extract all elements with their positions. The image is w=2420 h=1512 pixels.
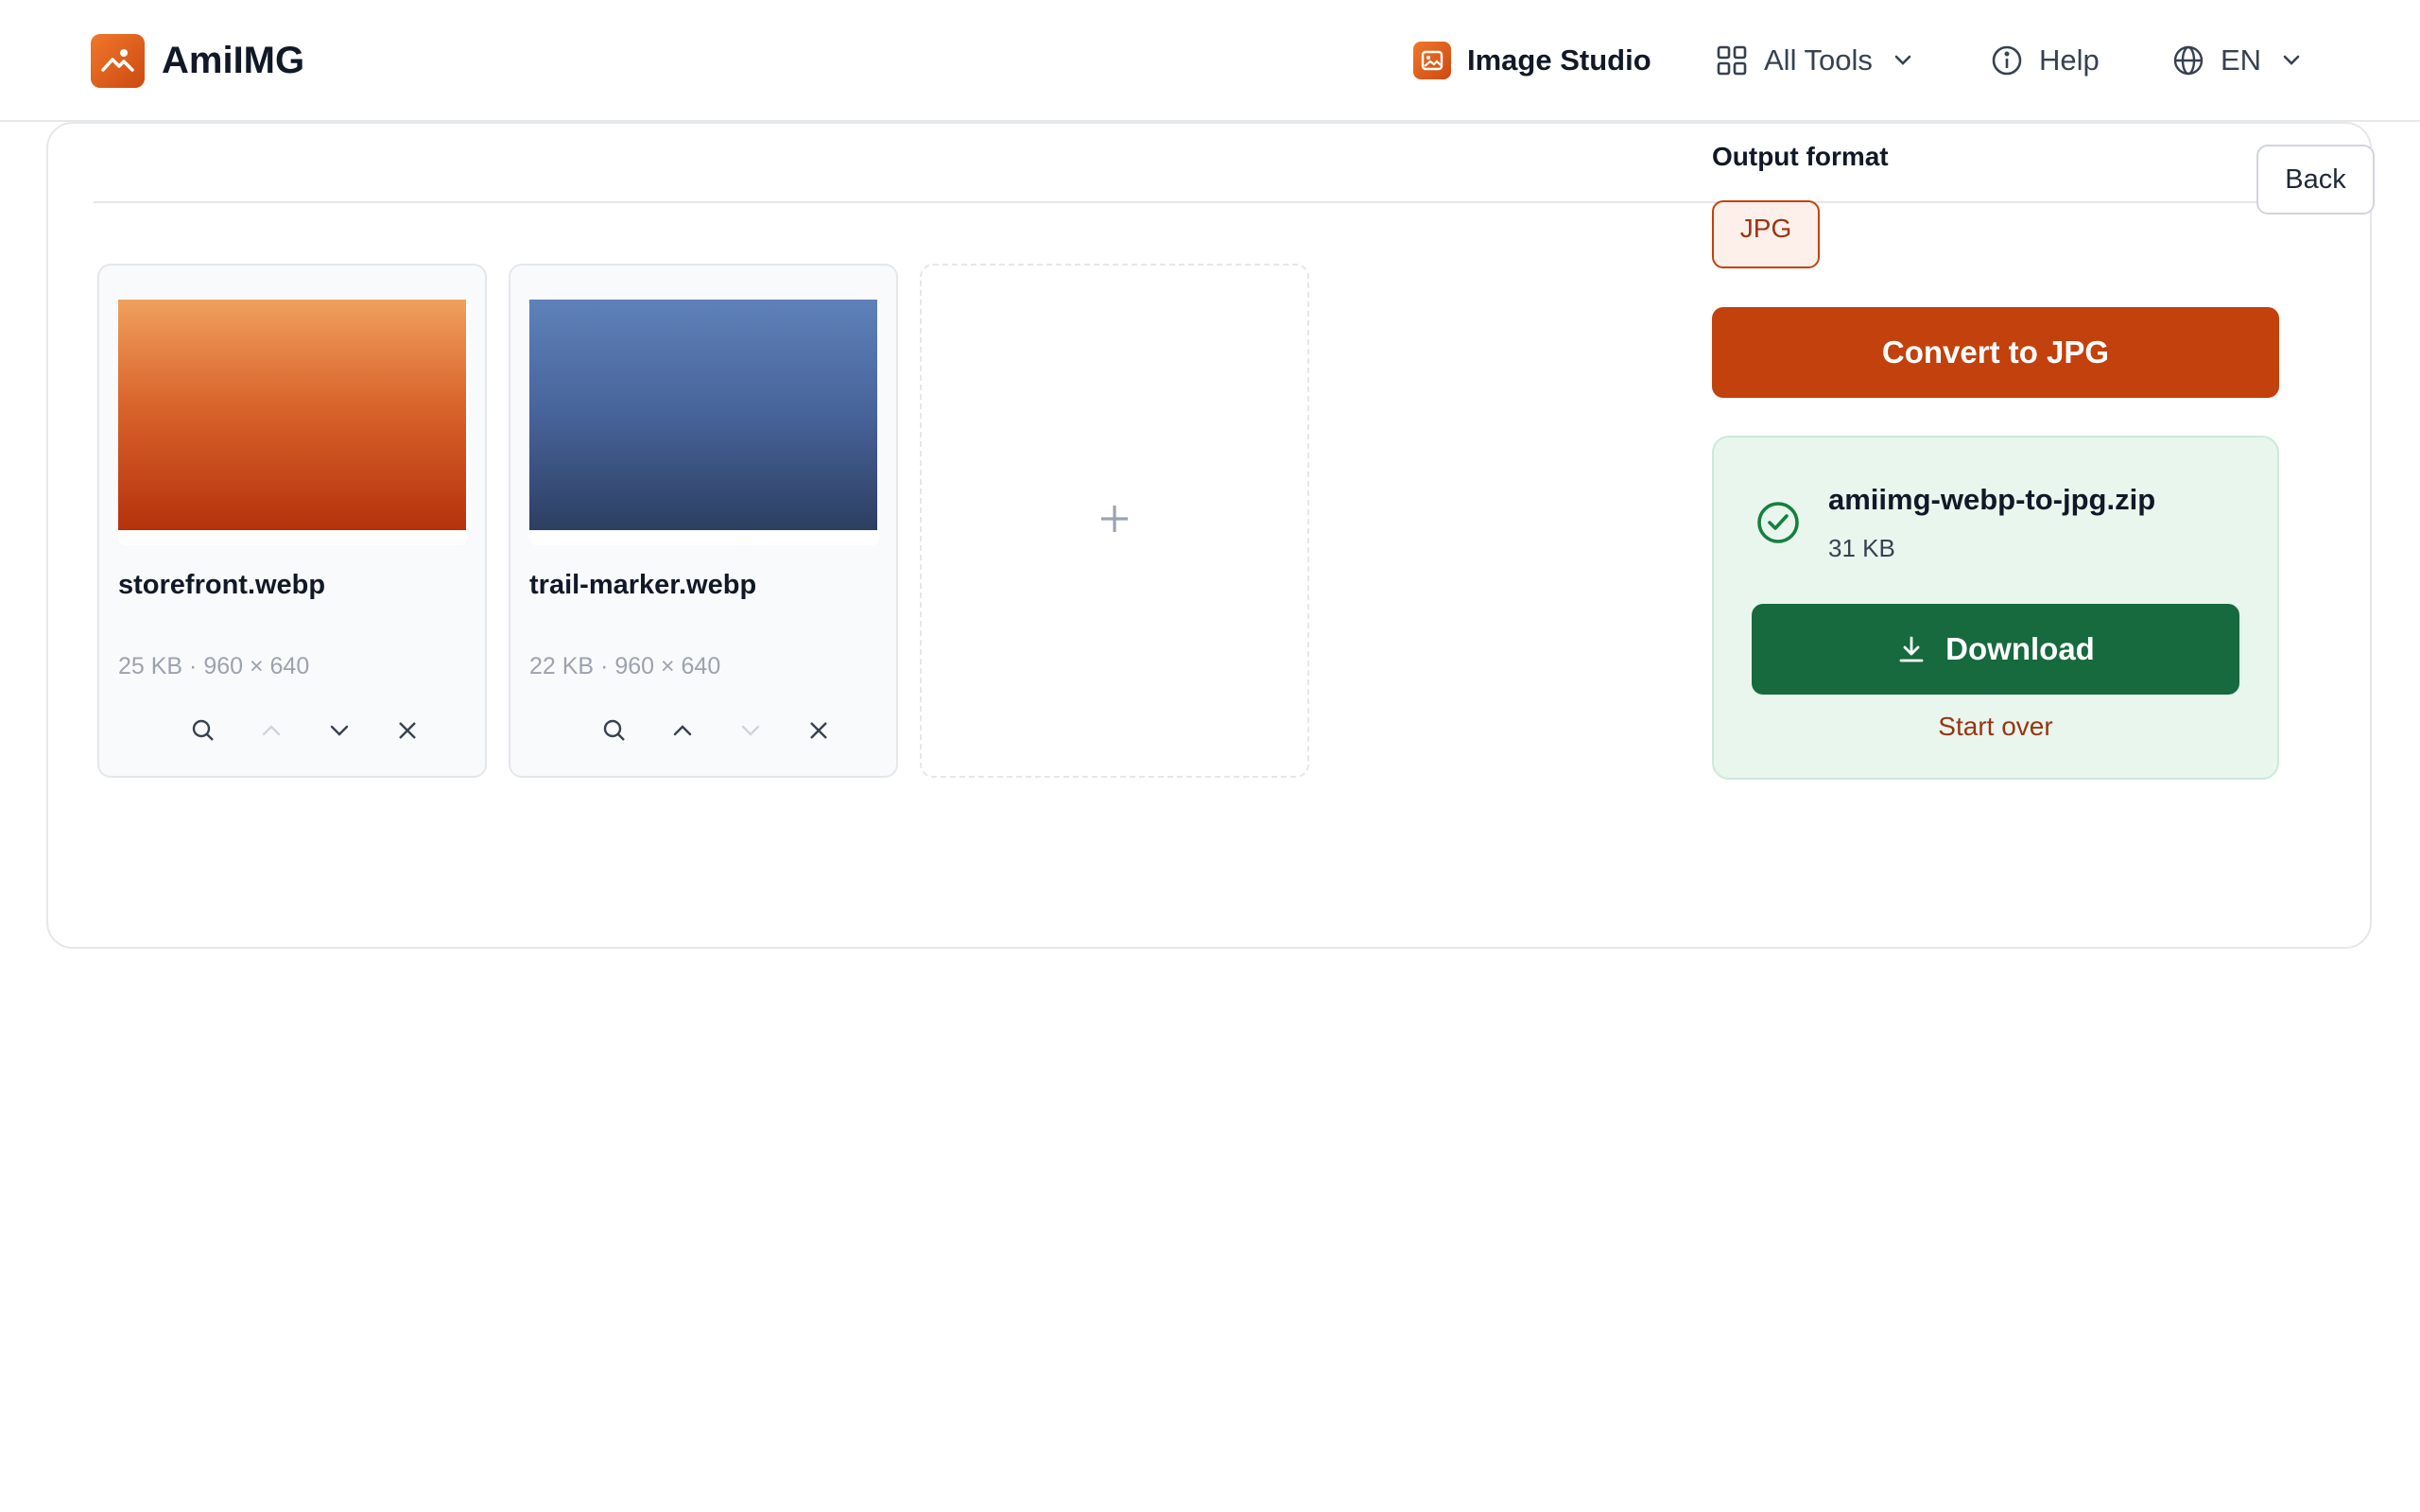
file-actions (169, 710, 443, 751)
result-file-name: amiimg-webp-to-jpg.zip (1828, 483, 2156, 516)
nav-help[interactable]: Help (1991, 32, 2100, 89)
file-actions (580, 710, 855, 751)
file-thumbnail (118, 300, 466, 530)
thumbnail-frame (118, 300, 468, 545)
nav-all-tools[interactable]: All Tools (1716, 32, 1912, 89)
output-format-label: Output format (1712, 142, 1889, 171)
language-label: EN (2221, 43, 2262, 77)
globe-icon (2172, 44, 2204, 77)
move-up-icon[interactable] (648, 710, 717, 751)
grid-icon (1716, 44, 1748, 77)
file-meta: 25 KB · 960 × 640 (118, 653, 310, 679)
move-down-icon[interactable] (717, 710, 785, 751)
nav-all-tools-label: All Tools (1764, 43, 1873, 77)
download-icon (1896, 634, 1927, 664)
thumbnail-frame (529, 300, 879, 545)
back-button[interactable]: Back (2256, 145, 2375, 215)
download-button[interactable]: Download (1752, 604, 2239, 695)
start-over-link[interactable]: Start over (1714, 712, 2277, 742)
add-image-slot[interactable] (920, 264, 1309, 778)
check-circle-icon (1755, 500, 1801, 550)
result-card: amiimg-webp-to-jpg.zip 31 KB Download St… (1712, 436, 2279, 780)
logo-icon[interactable] (91, 34, 145, 88)
nav-help-label: Help (2039, 43, 2100, 77)
zoom-icon[interactable] (580, 710, 648, 751)
move-up-icon[interactable] (237, 710, 305, 751)
format-option-jpg[interactable]: JPG (1712, 200, 1820, 268)
file-name: trail-marker.webp (529, 570, 757, 600)
image-icon (1413, 42, 1451, 79)
file-card: storefront.webp 25 KB · 960 × 640 (97, 264, 487, 778)
remove-icon[interactable] (373, 710, 441, 751)
convert-button[interactable]: Convert to JPG (1712, 307, 2279, 398)
panel-divider (94, 201, 2302, 203)
nav-image-studio-label: Image Studio (1467, 43, 1651, 77)
info-icon (1991, 44, 2023, 77)
plus-icon (1099, 504, 1130, 539)
download-label: Download (1945, 631, 2095, 666)
result-file-size: 31 KB (1828, 534, 1895, 562)
file-thumbnail (529, 300, 877, 530)
language-selector[interactable]: EN (2172, 32, 2301, 89)
remove-icon[interactable] (785, 710, 853, 751)
move-down-icon[interactable] (305, 710, 373, 751)
top-header: AmiIMG Image Studio All Tools Help EN (0, 0, 2420, 122)
brand-name[interactable]: AmiIMG (162, 36, 304, 85)
file-meta: 22 KB · 960 × 640 (529, 653, 721, 679)
nav-image-studio[interactable]: Image Studio (1413, 32, 1651, 89)
chevron-down-icon (2282, 55, 2301, 66)
file-name: storefront.webp (118, 570, 326, 600)
file-card: trail-marker.webp 22 KB · 960 × 640 (509, 264, 898, 778)
zoom-icon[interactable] (169, 710, 237, 751)
chevron-down-icon (1893, 55, 1912, 66)
